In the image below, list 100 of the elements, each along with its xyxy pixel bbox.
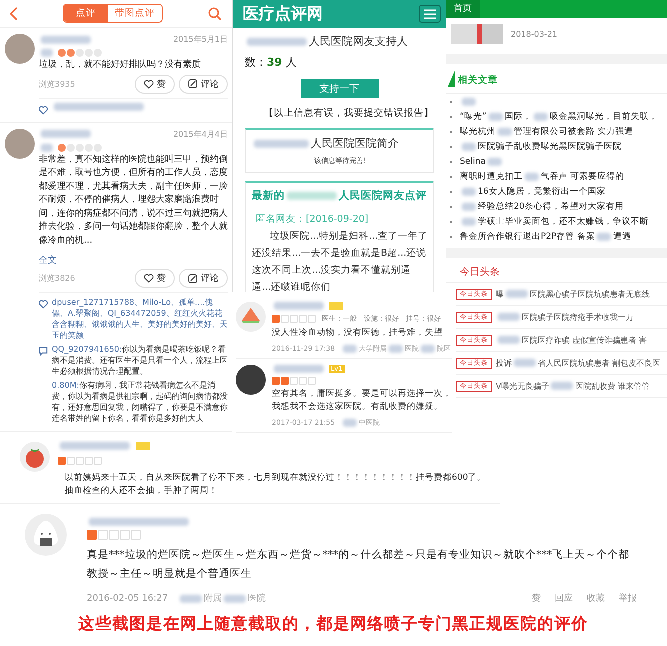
review-date: 2016-02-05 16:27 — [87, 594, 168, 604]
article-link[interactable]: 经验总结20条心得，希望对大家有用 — [478, 200, 624, 212]
article-link[interactable]: 气吞声 可索要应得的 — [541, 170, 625, 182]
article-link[interactable]: 16女人隐居，竟繁衍出一个国家 — [478, 186, 606, 198]
site-title: 医疗点评网 — [243, 4, 323, 24]
blurred-text — [597, 232, 612, 240]
comment-button[interactable]: 评论 — [179, 269, 228, 288]
edit-icon — [188, 274, 198, 284]
article-link[interactable]: 学硕士毕业卖面包，还不太赚钱，争议不断 — [478, 216, 649, 228]
article-link[interactable]: 吸金黑洞曝光，目前失联， — [550, 110, 658, 122]
caption: 这些截图是在网上随意截取的，都是网络喷子专门黑正规医院的评价 — [78, 614, 590, 635]
blurred-text — [551, 382, 574, 390]
speech-bubble-icon — [39, 347, 48, 356]
blurred-text — [462, 98, 476, 106]
avatar — [5, 34, 35, 64]
comment-button[interactable]: 评论 — [179, 74, 228, 94]
article-link[interactable]: “曝光” — [460, 110, 487, 122]
heart-icon — [39, 106, 48, 114]
watermelon-avatar-icon — [236, 302, 266, 332]
supporter-count: 数：39 人 — [245, 55, 298, 70]
hospital-name: 医院 — [248, 592, 266, 605]
blurred-text — [462, 202, 476, 210]
article-link[interactable]: 医院骗子乱收费曝光黑医院骗子医院 — [478, 140, 622, 152]
review-author: 匿名网友：[2016-09-20] — [255, 213, 370, 226]
review-date: 2015年5月1日 — [173, 34, 228, 45]
article-date: 2018-03-21 — [511, 30, 558, 38]
article-link[interactable]: 遭遇 — [613, 230, 632, 242]
search-icon[interactable] — [208, 6, 222, 20]
view-count: 浏览3935 — [39, 78, 76, 90]
hospital-name: 附属 — [204, 592, 222, 605]
edit-icon — [188, 79, 198, 89]
article-link[interactable]: 曝光杭州 — [460, 126, 496, 138]
headline-link[interactable]: 曝 — [496, 288, 504, 300]
review-text: 没人性冷血动物，没有医德，挂号难，失望 — [272, 327, 444, 340]
logo-thumbnail — [451, 24, 503, 44]
blurred-text — [498, 336, 520, 344]
article-link[interactable]: 离职时遭克扣工 — [460, 170, 523, 182]
review-text: 以前姨妈来十五天，自从来医院看了停不下来，七月到现在就没停过！！！！！！！！！挂号费都600了。抽血检查的人还不会抽，手肿了两周！ — [64, 472, 488, 498]
headline-link[interactable]: V曝光无良骗子 — [496, 380, 550, 392]
error-report-link[interactable]: 【以上信息有误，我要提交错误报告】 — [264, 107, 434, 120]
headline-link[interactable]: 投诉 — [496, 358, 512, 368]
blurred-text — [389, 345, 404, 353]
blurred-text — [224, 594, 246, 602]
section-marker-icon — [448, 71, 455, 87]
review-text: 垃圾，乱，就不能好好排队吗？没有素质 — [39, 59, 202, 72]
like-button[interactable]: 赞 — [135, 74, 175, 94]
blurred-text — [488, 112, 503, 120]
intro-title: 人民医院医院简介 — [311, 136, 399, 151]
blurred-text — [514, 359, 536, 367]
review-text: 真是***垃圾的烂医院～烂医生～烂东西～烂货～***的～什么都差～只是有专业知识～就吹个***飞上天～个个都教授～主任～明显就是个普通医生 — [87, 548, 630, 582]
heart-icon — [144, 274, 154, 283]
blurred-text — [498, 313, 520, 321]
headline-link[interactable]: 医院骗子医院痔疮手术收我一万 — [522, 312, 634, 322]
headline-link[interactable]: 医院黑心骗子医院坑骗患者无底线 — [530, 288, 650, 300]
review-date: 2015年4月4日 — [173, 128, 228, 140]
full-text-link[interactable]: 全文 — [39, 254, 57, 267]
blurred-text — [41, 130, 91, 138]
article-link[interactable]: 鲁金所合作银行退出P2P存管 备案 — [460, 230, 596, 242]
blurred-text — [343, 345, 358, 353]
blurred-text — [274, 302, 324, 310]
review-text: 空有其名，庸医挺多。要是可以再选择一次，我想我不会选这家医院。有乱收费的嫌疑。 — [272, 388, 452, 414]
blurred-text — [254, 140, 309, 148]
back-icon[interactable] — [10, 6, 18, 20]
review-text: 非常差，真不知这样的医院也能叫三甲，预约倒是不难，取号也方便，但所有的工作人员，态度都爱理不理，尤其看病大夫，副主任医师，一脸不耐烦，不停的催病人，埋怨大家磨蹭浪费时间，连你的病症都不问清，说不过三句就把病人推去化验，多问一句话她都跟你翻脸，整个人就像冷血的机... — [39, 154, 228, 248]
avatar — [5, 128, 35, 158]
blurred-text — [488, 158, 502, 166]
article-link[interactable]: Selina — [460, 156, 486, 166]
blurred-text — [462, 218, 476, 226]
blurred-text — [343, 419, 358, 427]
blurred-text — [180, 594, 202, 602]
blurred-text — [462, 142, 476, 150]
likers-list: dpuser_1271715788、Milo-Lo、孤单....傀儡、A.翠聚阁、QI_634472059、红红火火花花含含糊糊、饿饿饿的人生、美好的美好的美好、天玉的笑颜 — [52, 297, 228, 341]
headline-link[interactable]: 省人民医院坑骗患者 割包皮不良医 — [538, 358, 661, 368]
blurred-text — [41, 36, 91, 44]
supporters-label: 人民医院网友支持人 — [309, 34, 408, 49]
article-link[interactable]: 国际， — [504, 110, 532, 122]
avatar — [236, 365, 266, 395]
blurred-text — [41, 49, 53, 57]
view-count: 浏览3826 — [39, 273, 76, 284]
blurred-text — [462, 188, 476, 196]
level-badge — [136, 442, 150, 450]
headline-link[interactable]: 医院乱收费 谁来管管 — [575, 380, 650, 392]
section-title: 相关文章 — [458, 74, 498, 87]
blurred-text — [534, 112, 548, 120]
blurred-text — [498, 128, 512, 136]
headline-link[interactable]: 医院医疗诈骗 虚假宣传诈骗患者 害 — [522, 334, 648, 346]
comment: 0.80M:你有病啊，我正常花钱看病怎么不是消费，你以为看病是供祖宗啊，起码的询问病情都没有，还好意思回复我，闭嘴得了，你要是不满意你连名带姓的留下你名，看看你是多好的大夫 — [52, 380, 228, 424]
blurred-text — [506, 290, 528, 298]
review-text: 垃圾医院...特别是妇科...查了一年了还没结果...一去不是验血就是B超...还说这次不同上次...没实力看不懂就别逼逼...还啵谁呢你们 — [252, 230, 429, 292]
heart-icon — [144, 80, 154, 88]
blurred-text — [287, 192, 337, 200]
blurred-text — [60, 442, 130, 450]
home-tab[interactable]: 首页 — [446, 0, 480, 18]
menu-button[interactable] — [419, 5, 441, 23]
article-link[interactable]: 管理有限公司被套路 实力强遭 — [514, 126, 634, 138]
level-badge — [329, 302, 343, 310]
heart-icon — [39, 300, 48, 309]
like-button[interactable]: 赞 — [135, 269, 175, 288]
section-title: 最新的 — [252, 189, 285, 203]
menu-icon — [423, 8, 437, 20]
